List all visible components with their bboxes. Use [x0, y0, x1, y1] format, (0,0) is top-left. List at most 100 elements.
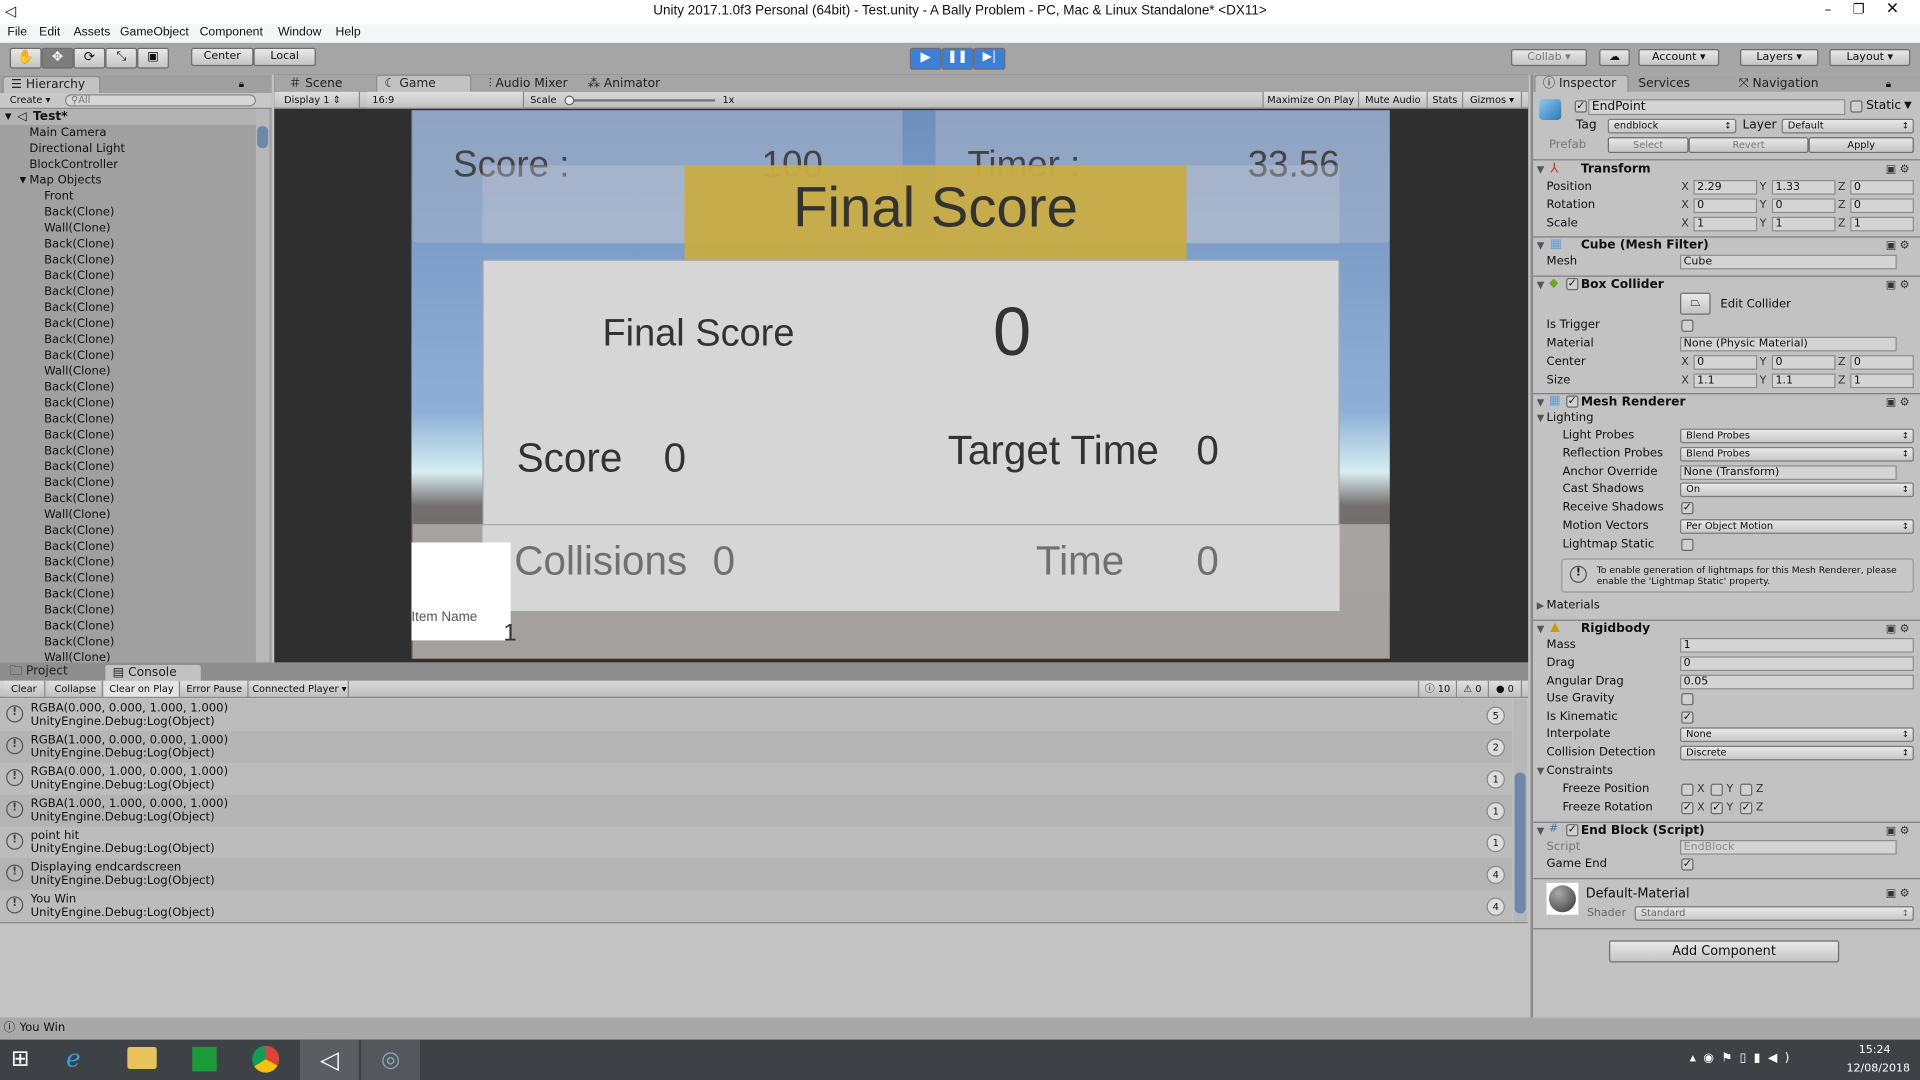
- scale-z-field[interactable]: 1: [1850, 216, 1914, 232]
- collab-button[interactable]: Collab ▾: [1511, 48, 1587, 67]
- layers-dropdown[interactable]: Layers ▾: [1740, 48, 1819, 67]
- cloud-icon[interactable]: ☁: [1599, 48, 1630, 67]
- log-count-toggle[interactable]: ⓘ 10: [1417, 680, 1458, 697]
- end-block-foldout[interactable]: ▼: [1537, 824, 1545, 839]
- store-icon[interactable]: [192, 1046, 217, 1072]
- tab-services[interactable]: Services: [1631, 76, 1723, 92]
- scrollbar-thumb[interactable]: [1514, 772, 1526, 914]
- box-collider-enabled-checkbox[interactable]: ✓: [1566, 277, 1579, 291]
- console-entry[interactable]: ! point hit UnityEngine.Debug:Log(Object) 1: [0, 826, 1513, 859]
- error-count-toggle[interactable]: ● 0: [1488, 680, 1523, 697]
- tab-project[interactable]: 🗀 Project: [2, 664, 94, 680]
- physic-material-field[interactable]: None (Physic Material): [1680, 336, 1897, 352]
- mute-audio-toggle[interactable]: Mute Audio: [1359, 91, 1428, 108]
- app-taskbar-icon[interactable]: ◎: [361, 1039, 421, 1080]
- tab-navigation[interactable]: ⤧ Navigation: [1731, 76, 1841, 92]
- display-dropdown[interactable]: Display 1 ⇕: [279, 91, 361, 108]
- play-button[interactable]: ▶: [909, 47, 942, 70]
- chrome-icon[interactable]: [252, 1045, 280, 1073]
- game-viewport[interactable]: Score : 100 Timer : 33.56 Final Score Fi…: [411, 110, 1390, 659]
- help-and-settings-icon[interactable]: ▣ ⚙: [1886, 396, 1910, 411]
- size-y-field[interactable]: 1.1: [1771, 373, 1836, 389]
- active-checkbox[interactable]: ✓: [1574, 100, 1587, 113]
- unity-taskbar-icon[interactable]: ◁: [300, 1039, 359, 1080]
- step-button[interactable]: ▶|: [973, 47, 1006, 70]
- lock-icon[interactable]: 🔒︎: [239, 78, 244, 90]
- pause-button[interactable]: ❚❚: [941, 47, 974, 70]
- angular-drag-field[interactable]: 0.05: [1680, 674, 1914, 690]
- hierarchy-search-input[interactable]: ⚲All: [64, 94, 256, 107]
- scale-x-field[interactable]: 1: [1693, 216, 1758, 232]
- hierarchy-scrollbar[interactable]: [255, 108, 270, 663]
- rect-tool-icon[interactable]: ▣: [137, 47, 169, 69]
- center-x-field[interactable]: 0: [1693, 355, 1758, 370]
- reflection-probes-dropdown[interactable]: Blend Probes: [1680, 446, 1914, 462]
- freeze-position-x-checkbox[interactable]: [1681, 783, 1694, 796]
- interpolate-dropdown[interactable]: None: [1680, 727, 1914, 743]
- cast-shadows-dropdown[interactable]: On: [1680, 482, 1914, 498]
- end-block-enabled-checkbox[interactable]: ✓: [1566, 824, 1579, 837]
- mesh-renderer-enabled-checkbox[interactable]: ✓: [1566, 395, 1579, 408]
- maximize-button[interactable]: ❐: [1853, 1, 1865, 17]
- position-y-field[interactable]: 1.33: [1771, 180, 1836, 195]
- lighting-foldout[interactable]: ▼: [1537, 411, 1545, 426]
- menu-assets[interactable]: Assets: [73, 24, 110, 41]
- clear-on-play-toggle[interactable]: Clear on Play: [104, 680, 181, 697]
- warning-count-toggle[interactable]: ⚠ 0: [1457, 680, 1489, 697]
- menu-file[interactable]: File: [7, 24, 27, 41]
- prefab-revert-button[interactable]: Revert: [1688, 137, 1809, 154]
- freeze-position-z-checkbox[interactable]: [1740, 783, 1753, 796]
- aspect-dropdown[interactable]: 16:9: [367, 91, 525, 108]
- prefab-select-button[interactable]: Select: [1607, 137, 1689, 154]
- rotation-z-field[interactable]: 0: [1850, 198, 1914, 214]
- help-and-settings-icon[interactable]: ▣ ⚙: [1886, 278, 1910, 293]
- clock-time[interactable]: 15:24: [1859, 1044, 1891, 1056]
- help-and-settings-icon[interactable]: ▣ ⚙: [1886, 887, 1910, 902]
- receive-shadows-checkbox[interactable]: ✓: [1681, 502, 1694, 515]
- size-x-field[interactable]: 1.1: [1693, 373, 1758, 389]
- gizmos-dropdown[interactable]: Gizmos ▾: [1463, 91, 1523, 108]
- prefab-apply-button[interactable]: Apply: [1808, 137, 1914, 154]
- console-entry[interactable]: ! RGBA(1.000, 0.000, 0.000, 1.000) UnityEn…: [0, 731, 1513, 763]
- tab-hierarchy[interactable]: ☰ Hierarchy: [2, 75, 101, 94]
- drag-field[interactable]: 0: [1680, 656, 1914, 672]
- transform-foldout[interactable]: ▼: [1537, 163, 1545, 178]
- freeze-rotation-x-checkbox[interactable]: ✓: [1681, 802, 1694, 815]
- tag-dropdown[interactable]: endblock: [1607, 118, 1737, 134]
- internet-explorer-icon[interactable]: ℯ: [66, 1043, 81, 1072]
- tab-console[interactable]: ▤ Console: [104, 663, 203, 681]
- maximize-on-play-toggle[interactable]: Maximize On Play: [1262, 91, 1360, 108]
- tab-animator[interactable]: ⁂ Animator: [580, 76, 666, 92]
- freeze-position-y-checkbox[interactable]: [1710, 783, 1723, 796]
- console-entry[interactable]: ! RGBA(0.000, 1.000, 0.000, 1.000) UnityEn…: [0, 762, 1513, 795]
- system-tray-icons[interactable]: ▴◉⚑▯▮◀): [1690, 1052, 1797, 1065]
- clear-button[interactable]: Clear: [3, 680, 46, 697]
- position-x-field[interactable]: 2.29: [1693, 180, 1758, 195]
- tab-audio-mixer[interactable]: ⫶ Audio Mixer: [481, 76, 573, 92]
- console-entry[interactable]: ! RGBA(1.000, 1.000, 0.000, 1.000) UnityEn…: [0, 794, 1513, 827]
- game-end-checkbox[interactable]: ✓: [1681, 858, 1694, 871]
- connected-player-dropdown[interactable]: Connected Player ▾: [251, 680, 349, 697]
- freeze-rotation-y-checkbox[interactable]: ✓: [1710, 802, 1723, 815]
- static-dropdown-icon[interactable]: ▼: [1904, 99, 1912, 110]
- menu-component[interactable]: Component: [200, 24, 263, 41]
- collapse-toggle[interactable]: Collapse: [48, 680, 103, 697]
- windows-start-icon[interactable]: ⊞: [11, 1046, 29, 1072]
- status-message[interactable]: You Win: [20, 1018, 66, 1040]
- close-button[interactable]: ✕: [1886, 0, 1899, 18]
- menu-help[interactable]: Help: [336, 24, 361, 41]
- console-entry[interactable]: ! RGBA(0.000, 0.000, 1.000, 1.000) UnityEn…: [0, 699, 1513, 732]
- file-explorer-icon[interactable]: [127, 1046, 157, 1069]
- light-probes-dropdown[interactable]: Blend Probes: [1680, 428, 1914, 444]
- mesh-renderer-foldout[interactable]: ▼: [1537, 396, 1545, 411]
- layout-dropdown[interactable]: Layout ▾: [1829, 48, 1911, 67]
- use-gravity-checkbox[interactable]: [1681, 693, 1694, 706]
- menu-edit[interactable]: Edit: [39, 24, 60, 41]
- rotation-x-field[interactable]: 0: [1693, 198, 1758, 214]
- box-collider-foldout[interactable]: ▼: [1537, 278, 1545, 293]
- layer-dropdown[interactable]: Default: [1781, 118, 1914, 134]
- menu-gameobject[interactable]: GameObject: [120, 24, 189, 41]
- mesh-field[interactable]: Cube: [1680, 254, 1897, 270]
- mass-field[interactable]: 1: [1680, 637, 1914, 653]
- help-and-settings-icon[interactable]: ▣ ⚙: [1886, 163, 1910, 178]
